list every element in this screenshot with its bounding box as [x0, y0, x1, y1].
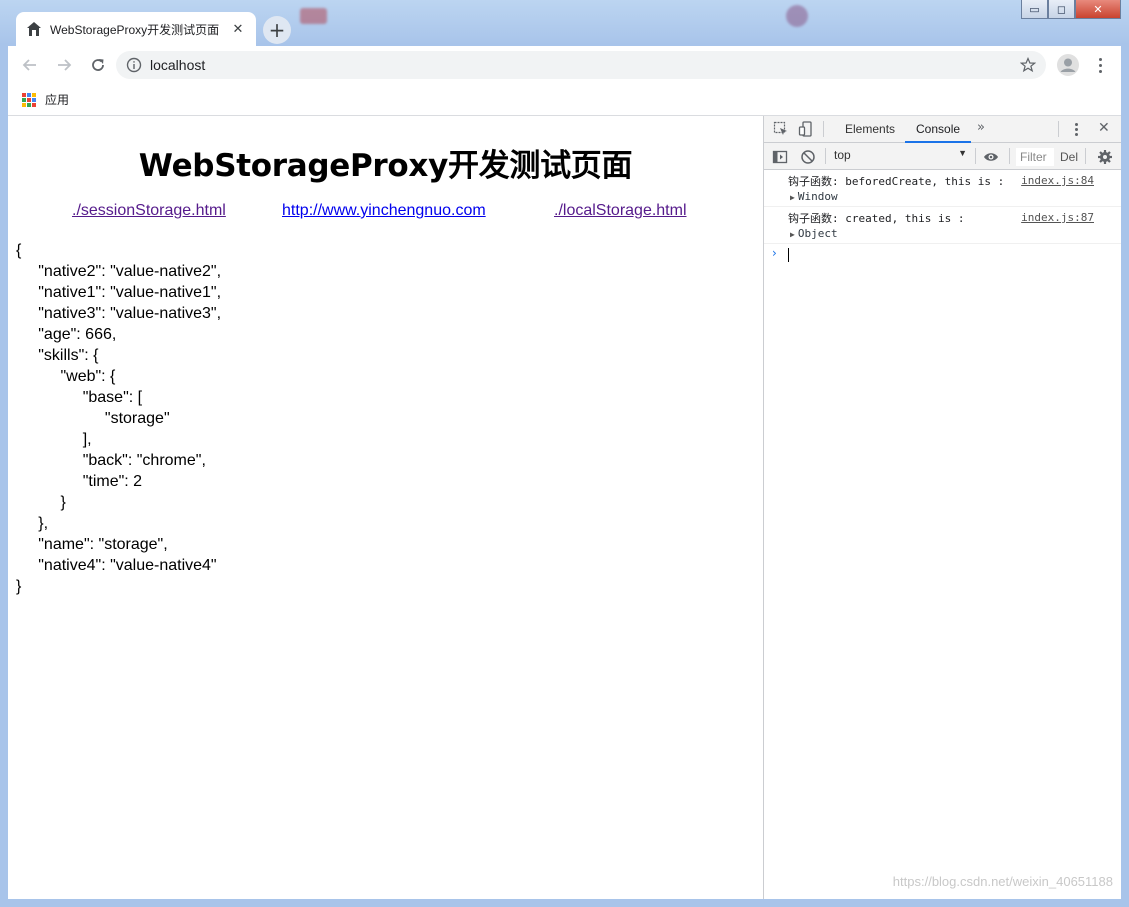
- website-link[interactable]: http://www.yinchengnuo.com: [282, 202, 486, 220]
- minimize-button[interactable]: ▭: [1021, 0, 1048, 19]
- sidebar-toggle-icon[interactable]: [772, 149, 788, 165]
- device-toolbar-icon[interactable]: [798, 121, 814, 137]
- restore-button[interactable]: ◻: [1048, 0, 1075, 19]
- toolbar-divider: [1009, 148, 1010, 164]
- expandable-object[interactable]: ▶ Object: [788, 227, 1113, 240]
- page-title: WebStorageProxy开发测试页面: [138, 148, 633, 184]
- blurred-text: [345, 9, 360, 23]
- local-storage-link[interactable]: ./localStorage.html: [554, 202, 687, 220]
- tab-close-icon[interactable]: ✕: [230, 22, 246, 37]
- devtools-tab-bar: Elements Console » ✕: [764, 116, 1121, 143]
- window-controls: ▭ ◻ ✕: [1021, 0, 1121, 19]
- toolbar-divider: [1085, 148, 1086, 164]
- devtools-menu-icon[interactable]: [1075, 123, 1078, 136]
- devtools-close-icon[interactable]: ✕: [1098, 120, 1110, 136]
- back-button[interactable]: [14, 49, 46, 81]
- blurred-text: [583, 9, 617, 23]
- toolbar-divider: [1058, 121, 1059, 137]
- storage-json-output: { "native2": "value-native2", "native1":…: [16, 242, 222, 595]
- titlebar-background: [300, 4, 1020, 28]
- arrow-right-icon: [58, 59, 72, 71]
- console-prompt[interactable]: ›: [764, 244, 1121, 264]
- log-levels-dropdown[interactable]: Del: [1060, 150, 1078, 164]
- blurred-text: [449, 9, 468, 23]
- source-link[interactable]: index.js:84: [1021, 174, 1094, 187]
- dropdown-arrow-icon: ▼: [958, 148, 967, 158]
- expand-triangle-icon: ▶: [790, 193, 795, 202]
- expandable-object[interactable]: ▶ Window: [788, 190, 1113, 203]
- console-message: 钩子函数: created, this is : index.js:87 ▶ Ob…: [764, 207, 1121, 244]
- new-tab-button[interactable]: +: [263, 16, 291, 44]
- blurred-text: [486, 9, 505, 23]
- text-caret: [788, 248, 789, 262]
- tab-title: WebStorageProxy开发测试页面: [50, 22, 220, 37]
- blurred-text: [379, 9, 394, 23]
- arrow-left-icon: [22, 59, 36, 71]
- more-tabs-icon[interactable]: »: [977, 120, 985, 135]
- gear-icon[interactable]: [1097, 149, 1113, 165]
- console-toolbar: top ▼ Filter Del: [764, 143, 1121, 170]
- info-icon[interactable]: [126, 57, 142, 73]
- apps-bookmark[interactable]: 应用: [45, 91, 69, 108]
- inspect-element-icon[interactable]: [773, 121, 789, 137]
- bookmarks-bar: 应用: [8, 84, 1121, 116]
- console-filter-input[interactable]: Filter: [1016, 148, 1054, 166]
- profile-avatar-icon[interactable]: [1057, 54, 1079, 76]
- context-value: top: [834, 148, 851, 162]
- favicon-icon: [27, 22, 41, 36]
- toolbar-divider: [825, 148, 826, 164]
- console-message: 钩子函数: beforedCreate, this is : index.js:…: [764, 170, 1121, 207]
- console-output: 钩子函数: beforedCreate, this is : index.js:…: [764, 170, 1121, 264]
- context-selector[interactable]: top ▼: [834, 148, 967, 165]
- blurred-text: [715, 9, 734, 23]
- browser-window: ▭ ◻ ✕ WebStorageProxy开发测试页面 ✕ + localhos…: [0, 0, 1129, 907]
- toolbar-divider: [823, 121, 824, 137]
- tab-elements[interactable]: Elements: [834, 116, 906, 143]
- devtools-panel: Elements Console » ✕ top ▼ Filter Del 钩子…: [763, 116, 1121, 899]
- apps-grid-icon[interactable]: [22, 92, 36, 107]
- page-viewport: WebStorageProxy开发测试页面 ./sessionStorage.h…: [8, 116, 763, 899]
- blurred-text: [412, 9, 431, 23]
- browser-tab[interactable]: WebStorageProxy开发测试页面 ✕: [16, 12, 256, 46]
- address-bar[interactable]: localhost: [116, 51, 1046, 79]
- blurred-text: [752, 9, 767, 23]
- blurred-badge: [300, 8, 328, 24]
- expand-triangle-icon: ▶: [790, 230, 795, 239]
- prompt-chevron-icon: ›: [772, 246, 777, 260]
- clear-console-icon[interactable]: [800, 149, 816, 165]
- reload-button[interactable]: [82, 49, 114, 81]
- toolbar-divider: [975, 148, 976, 164]
- browser-menu-icon[interactable]: [1090, 55, 1110, 75]
- reload-icon: [92, 59, 104, 71]
- live-expression-eye-icon[interactable]: [983, 149, 999, 165]
- close-window-button[interactable]: ✕: [1075, 0, 1121, 19]
- browser-toolbar: localhost: [8, 46, 1121, 84]
- bookmark-star-icon[interactable]: [1020, 57, 1036, 73]
- forward-button[interactable]: [48, 49, 80, 81]
- object-label: Object: [797, 227, 838, 240]
- object-label: Window: [797, 190, 838, 203]
- watermark: https://blog.csdn.net/weixin_40651188: [892, 874, 1113, 889]
- source-link[interactable]: index.js:87: [1021, 211, 1094, 224]
- url-text[interactable]: localhost: [150, 57, 1020, 73]
- blurred-avatar: [785, 5, 808, 27]
- tab-console[interactable]: Console: [905, 116, 972, 143]
- link-row: ./sessionStorage.html http://www.yinchen…: [8, 202, 763, 224]
- session-storage-link[interactable]: ./sessionStorage.html: [72, 202, 226, 220]
